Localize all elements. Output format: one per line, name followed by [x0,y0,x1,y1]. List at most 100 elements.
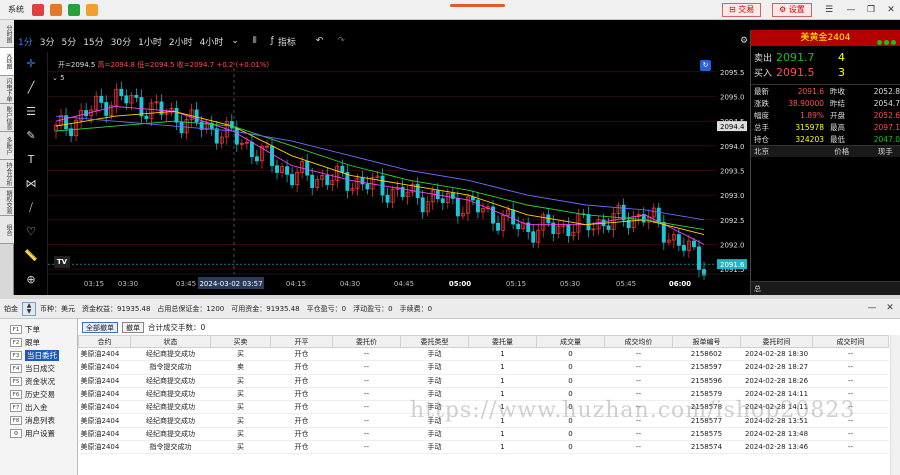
table-row[interactable]: 美原油2404 经纪商提交成功买开仓 -- 手动 1 0 -- 2158577 2024-02-… [78,413,889,428]
close-icon[interactable]: ✕ [884,3,898,17]
flag-icon[interactable] [68,3,80,16]
orders-toolbar: 全部撤单 撤单 合计成交手数：0 [78,319,900,335]
orders-scrollbar[interactable] [890,335,900,475]
table-cell: 2158602 [672,347,741,362]
period-0[interactable]: 1分 [18,38,33,48]
ruler-icon[interactable]: ⧸ [14,196,48,220]
buy-row[interactable]: 买入 2091.5 3 [751,65,900,80]
period-5[interactable]: 1小时 [138,38,162,48]
sell-row[interactable]: 卖出 2091.7 4 [751,50,900,65]
house-icon[interactable] [86,3,98,16]
column-header[interactable]: 报单编号 [672,335,741,348]
left-tab-3[interactable]: 账户信息 [0,104,14,132]
nav-label: 资金状况 [25,377,55,386]
stat-value: 2097.1 [873,122,900,132]
column-header[interactable]: 开平 [270,335,333,348]
trade-button[interactable]: ⊟ 交易 [722,3,762,17]
horizontal-lines-icon[interactable]: ☰ [14,100,48,124]
candle-body [325,175,330,185]
left-tab-4[interactable]: 多账户 [0,132,14,160]
ohlc-readout: 开=2094.5 高=2094.8 低=2094.5 收=2094.7 +0.2… [58,60,269,70]
chart-settings-icon[interactable]: ⚙ [740,36,748,46]
chevron-down-icon[interactable]: ⌄ [231,36,239,46]
refresh-icon[interactable] [50,3,62,16]
undo-icon[interactable]: ↶ [316,36,324,46]
crosshair-icon[interactable]: ✛ [14,52,48,76]
drawing-tools: ✛ ╱ ☰ ✎ T ⋈ ⧸ ♡ 📏 ⊕ [14,52,48,295]
quote-panel: 美黄金2404 卖出 2091.7 4 买入 2091.5 3 最新 2091.6… [750,30,900,295]
table-row[interactable]: 美原油2404 经纪商提交成功买开仓 -- 手动 1 0 -- 2158578 2024-02-… [78,400,889,415]
nav-item-2[interactable]: F3 当日委托 [0,349,77,362]
left-tab-0[interactable]: 分时图 [0,20,14,48]
category-stepper[interactable]: ▲ ▼ [22,301,36,316]
stat-value: 1.89% [800,110,824,120]
table-row[interactable]: 美原油2404 经纪商提交成功买开仓 -- 手动 1 0 -- 2158602 2024-02-… [78,347,889,362]
period-2[interactable]: 5分 [61,38,76,48]
table-row[interactable]: 美原油2404 经纪商提交成功买开仓 -- 手动 1 0 -- 2158596 2024-02-… [78,374,889,388]
table-row[interactable]: 美原油2404 指令提交成功买开仓 -- 手动 1 0 -- 2158574 2024-02-2… [78,440,889,455]
indicator-button[interactable]: 指标 [278,35,296,48]
panel-close-icon[interactable]: ✕ [884,302,896,314]
column-header[interactable]: 成交均价 [604,335,673,348]
brush-icon[interactable]: ✎ [14,124,48,148]
candle-type-icon[interactable]: ⫴ [253,36,257,46]
column-header[interactable]: 成交量 [536,335,605,348]
left-tab-7[interactable]: 组合 [0,216,14,244]
candle-body [360,177,365,185]
period-6[interactable]: 2小时 [169,38,193,48]
interval-badge[interactable]: ⌄ 5 [52,74,65,82]
price-chart[interactable]: 2095.52095.02094.52094.02093.52093.02092… [48,52,750,295]
table-row[interactable]: 美原油2404 经纪商提交成功买开仓 -- 手动 1 0 -- 2158579 2024-02-… [78,387,889,402]
home-icon[interactable] [32,3,44,16]
column-header[interactable]: 成交时间 [812,335,889,348]
column-header[interactable]: 状态 [130,335,211,348]
column-header[interactable]: 委托时间 [740,335,813,348]
period-4[interactable]: 30分 [111,38,131,48]
table-cell: 经纪商提交成功 [130,374,211,388]
cancel-all-button[interactable]: 全部撤单 [82,321,118,333]
left-tab-2[interactable]: 闪电下单 [0,76,14,104]
column-header[interactable]: 合约 [78,335,131,348]
function-icon[interactable]: ƒ [271,36,274,46]
candle-body [661,221,666,243]
measure-icon[interactable]: 📏 [14,244,48,268]
nav-item-0[interactable]: F1 下单 [0,323,77,336]
left-tab-1[interactable]: K线图 [0,48,14,76]
left-tab-6[interactable]: 期权交易 [0,188,14,216]
table-row[interactable]: 美原油2404 经纪商提交成功买开仓 -- 手动 1 0 -- 2158575 2024-02-… [78,427,889,442]
system-menu[interactable]: 系统 [0,4,32,15]
text-tool-icon[interactable]: T [14,148,48,172]
table-row[interactable]: 美原油2404 指令提交成功卖开仓 -- 手动 1 0 -- 2158597 2024-02-2… [78,360,889,375]
heart-icon[interactable]: ♡ [14,220,48,244]
column-header[interactable]: 委托价 [332,335,401,348]
candle-body [606,225,611,230]
stat-value: 2052.6 [873,110,900,120]
panel-minimize-icon[interactable]: — [866,302,878,314]
restore-icon[interactable]: ❐ [864,3,878,17]
column-header[interactable]: 委托类型 [400,335,469,348]
nav-item-5[interactable]: F6 历史交易 [0,388,77,401]
zoom-icon[interactable]: ⊕ [14,268,48,292]
nav-item-7[interactable]: F8 消息列表 [0,414,77,427]
nav-item-6[interactable]: F7 出入金 [0,401,77,414]
cancel-order-button[interactable]: 撤单 [122,321,144,333]
nav-item-8[interactable]: ⚙ 用户设置 [0,427,77,440]
trendline-icon[interactable]: ╱ [14,76,48,100]
left-tab-5[interactable]: 持仓分析 [0,160,14,188]
nav-item-4[interactable]: F5 资金状况 [0,375,77,388]
window-drag-handle[interactable] [450,4,505,7]
minimize-icon[interactable]: — [844,3,858,17]
period-7[interactable]: 4小时 [200,38,224,48]
table-cell: -- [604,360,673,375]
redo-icon[interactable]: ↷ [337,36,345,46]
nav-item-3[interactable]: F4 当日成交 [0,362,77,375]
menu-icon[interactable]: ☰ [822,3,836,17]
column-header[interactable]: 买卖 [210,335,271,348]
nav-item-1[interactable]: F2 跟单 [0,336,77,349]
column-header[interactable]: 委托量 [468,335,537,348]
sync-icon[interactable]: ↻ [700,60,711,71]
period-3[interactable]: 15分 [83,38,103,48]
period-1[interactable]: 3分 [40,38,55,48]
pattern-icon[interactable]: ⋈ [14,172,48,196]
settings-button[interactable]: ⚙ 设置 [772,3,812,17]
